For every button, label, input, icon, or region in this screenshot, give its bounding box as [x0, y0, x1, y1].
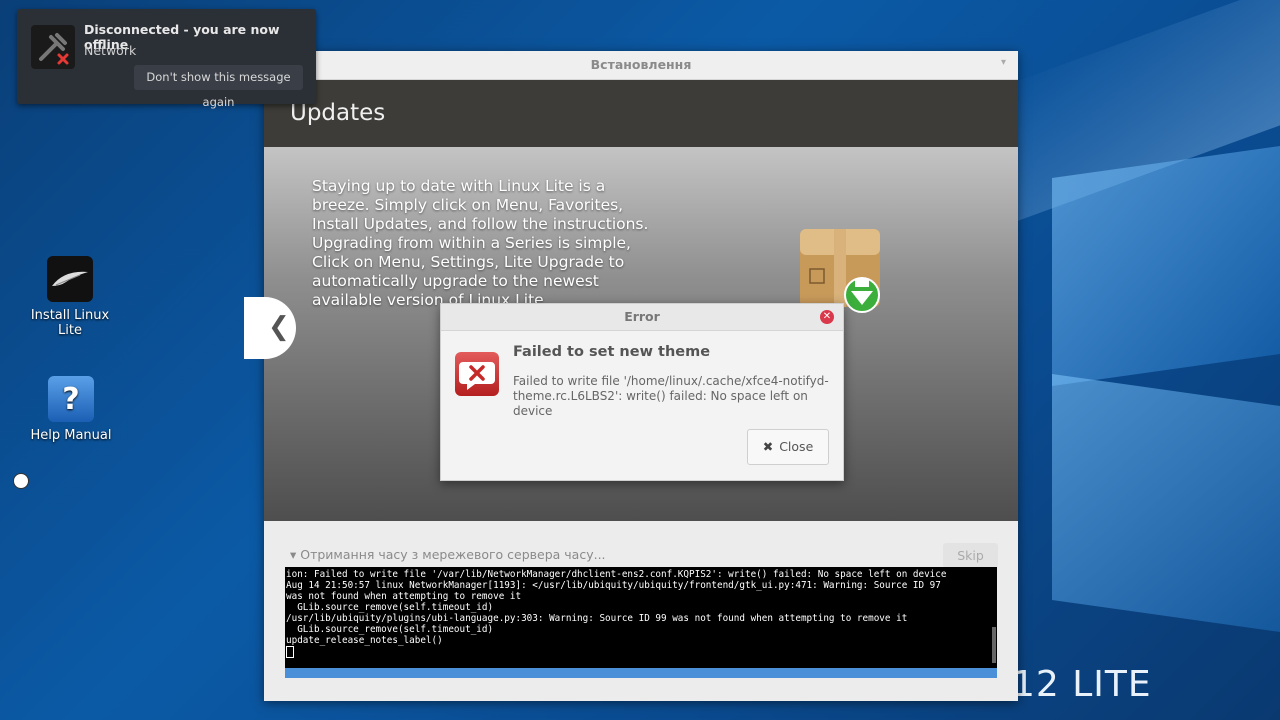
terminal-output[interactable]: ion: Failed to write file '/var/lib/Netw…	[285, 567, 997, 669]
terminal-line: GLib.source_remove(self.timeout_id)	[286, 624, 494, 635]
terminal-cursor	[286, 646, 996, 658]
close-button[interactable]: ✖ Close	[747, 429, 829, 465]
status-label[interactable]: ▾ Отримання часу з мережевого сервера ча…	[290, 547, 606, 562]
status-text: Отримання часу з мережевого сервера часу…	[300, 547, 606, 562]
mouse-cursor	[13, 473, 29, 489]
desktop-icon-label: Install Linux Lite	[30, 308, 110, 338]
notification-subtitle: Network	[84, 43, 137, 58]
help-question-icon: ?	[48, 376, 94, 422]
slide-text: Staying up to date with Linux Lite is a …	[312, 177, 649, 309]
page-header: Updates	[264, 80, 1018, 147]
close-button-label: Close	[779, 439, 814, 454]
network-notification: Disconnected - you are now offline Netwo…	[17, 9, 316, 109]
window-titlebar[interactable]: Встановлення ▾	[264, 51, 1018, 80]
close-icon[interactable]: ✕	[820, 310, 834, 324]
dialog-titlebar[interactable]: Error ✕	[441, 304, 843, 331]
window-menu-chevron-icon[interactable]: ▾	[1001, 57, 1006, 68]
error-message: Failed to write file '/home/linux/.cache…	[513, 374, 829, 418]
desktop-icon-help-manual[interactable]: ? Help Manual	[26, 376, 116, 443]
terminal-line: ion: Failed to write file '/var/lib/Netw…	[286, 569, 947, 580]
wallpaper-brand-text: 12 LITE	[1012, 664, 1152, 705]
wallpaper-window-pane	[1052, 373, 1280, 633]
install-progress-bar	[285, 668, 997, 678]
error-dialog: Error ✕ Failed to set new theme Failed t…	[440, 303, 844, 481]
chevron-left-icon: ❮	[268, 312, 290, 342]
window-title: Встановлення	[590, 57, 692, 72]
terminal-line: GLib.source_remove(self.timeout_id)	[286, 602, 494, 613]
terminal-scrollbar[interactable]	[992, 627, 996, 663]
desktop-icon-label: Help Manual	[30, 428, 112, 443]
network-disconnected-icon	[31, 25, 75, 69]
package-download-icon	[798, 225, 884, 313]
dont-show-again-button[interactable]: Don't show this message again	[134, 65, 303, 109]
skip-button[interactable]: Skip	[943, 543, 998, 568]
terminal-line: /usr/lib/ubiquity/plugins/ubi-language.p…	[286, 613, 908, 624]
linux-lite-feather-icon	[47, 256, 93, 302]
error-heading: Failed to set new theme	[513, 344, 711, 360]
close-x-icon: ✖	[762, 439, 774, 454]
slide-previous-button[interactable]: ❮	[244, 297, 296, 359]
terminal-line: Aug 14 21:50:57 linux NetworkManager[119…	[286, 580, 941, 591]
dialog-title: Error	[624, 309, 660, 324]
wallpaper-window-pane	[1052, 145, 1280, 387]
terminal-line: update_release_notes_label()	[286, 635, 443, 646]
terminal-line: was not found when attempting to remove …	[286, 591, 522, 602]
error-icon	[455, 352, 499, 396]
desktop-icon-install-linux-lite[interactable]: Install Linux Lite	[25, 256, 115, 338]
